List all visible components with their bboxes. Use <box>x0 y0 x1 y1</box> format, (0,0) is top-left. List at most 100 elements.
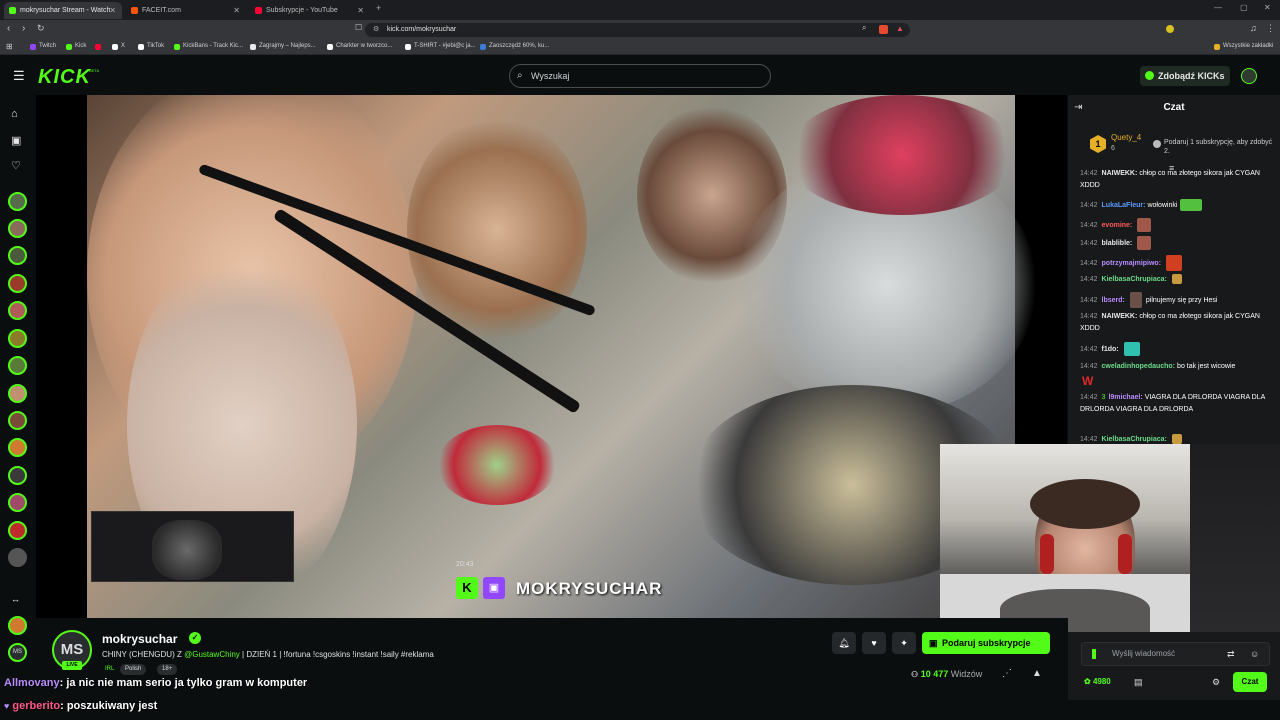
tab-faceit[interactable]: FACEIT.com ✕ <box>126 2 246 19</box>
share-icon[interactable]: ⋰ <box>1002 668 1012 679</box>
chat-input-badge-icon <box>1092 649 1096 659</box>
followed-channel-avatar[interactable] <box>8 411 27 430</box>
bookmark-item[interactable]: T-SHIRT - #jebi@c ja... <box>405 43 476 50</box>
gift-box-icon: ▣ <box>929 638 938 648</box>
browse-icon[interactable]: ▣ <box>11 134 21 147</box>
site-info-icon[interactable]: ⚙ <box>373 23 379 37</box>
menu-dots-icon[interactable]: ⋮ <box>1266 23 1275 34</box>
verified-icon: ✓ <box>189 632 201 644</box>
channel-points[interactable]: ✿ 4980 <box>1084 677 1111 686</box>
all-bookmarks[interactable]: Wszystkie zakładki <box>1214 43 1273 50</box>
followed-channel-avatar[interactable] <box>8 493 27 512</box>
hamburger-menu-icon[interactable]: ☰ <box>13 68 25 84</box>
maximize-icon[interactable]: ▢ <box>1240 3 1248 12</box>
url-field[interactable]: ⚙ kick.com/mokrysuchar <box>365 23 910 37</box>
minimize-icon[interactable]: — <box>1214 3 1222 12</box>
heart-icon: ♥ <box>4 701 10 711</box>
watermark-time: 20:43 <box>456 561 474 568</box>
tab-kick[interactable]: mokrysuchar Stream - Watch ✕ <box>4 2 122 19</box>
webcam-background <box>1190 444 1280 632</box>
bookmark-item[interactable]: Zaoszczędź 60%, ku... <box>480 43 549 50</box>
extension-icon[interactable] <box>1166 25 1174 33</box>
gift-subs-button[interactable]: ▣ Podaruj subskrypcje <box>922 632 1050 654</box>
followed-channel-avatar[interactable] <box>8 384 27 403</box>
kick-logo[interactable]: KICK <box>38 66 91 89</box>
video-player[interactable]: 20:43 K ▣ MOKRYSUCHAR <box>36 95 1067 618</box>
followed-channel-avatar[interactable] <box>8 246 27 265</box>
kick-icon <box>66 44 72 50</box>
followed-channel-avatar[interactable] <box>8 548 27 567</box>
followed-channel-avatar[interactable] <box>8 438 27 457</box>
bookmark-item[interactable]: Twitch <box>30 43 56 50</box>
tab-label: FACEIT.com <box>142 7 181 14</box>
search-input[interactable]: ⌕ Wyszukaj <box>509 64 771 88</box>
reload-icon[interactable]: ↻ <box>37 23 45 34</box>
bookmark-item[interactable]: Zagrajmy – Najleps... <box>250 43 316 50</box>
notifications-bell-icon[interactable]: 🔔︎ <box>832 632 856 654</box>
home-icon[interactable]: ⌂ <box>11 108 18 120</box>
chat-message: 14:42 KielbasaChrupiaca: <box>1080 274 1270 286</box>
tag-age[interactable]: 18+ <box>157 664 178 675</box>
user-avatar[interactable] <box>1241 68 1257 84</box>
apps-grid-icon[interactable]: ⊞ <box>6 42 13 51</box>
media-icon[interactable]: ♫ <box>1250 23 1257 33</box>
forward-icon[interactable]: › <box>22 23 25 34</box>
chat-message-input[interactable]: Wyślij wiadomość ⇄ ☺ <box>1081 642 1270 666</box>
title-mention[interactable]: @GustawChiny <box>184 650 240 659</box>
tag-language[interactable]: Polish <box>120 664 147 675</box>
zoom-icon[interactable]: ⌕ <box>862 23 866 33</box>
sub-leader-name[interactable]: Quety_4 <box>1111 133 1141 142</box>
faceit-favicon-icon <box>131 7 138 14</box>
folder-icon <box>1214 44 1220 50</box>
report-icon[interactable]: ▲ <box>1032 668 1042 679</box>
alert-icon[interactable]: ▲ <box>896 24 904 33</box>
gift-icon[interactable]: ✦ <box>892 632 916 654</box>
category-irl[interactable]: IRL <box>100 664 119 675</box>
followed-channel-avatar[interactable] <box>8 219 27 238</box>
expand-rail-icon[interactable]: ↔ <box>11 594 20 604</box>
chat-message: 14:42 LukaLaFleur: wołowinki <box>1080 199 1270 212</box>
bookmark-star-icon[interactable]: ☐ <box>355 23 362 32</box>
translate-icon[interactable]: ⇄ <box>1227 643 1235 665</box>
sub-leader-count: 6 <box>1111 145 1115 152</box>
bookmark-item[interactable]: KickBans - Track Kic... <box>174 43 243 50</box>
tab-youtube[interactable]: Subskrypcje - YouTube ✕ <box>250 2 370 19</box>
followed-channel-avatar[interactable] <box>8 301 27 320</box>
close-window-icon[interactable]: ✕ <box>1264 3 1271 12</box>
live-badge: LIVE <box>62 661 82 670</box>
viewer-count: ⚇ 10 477 Widzów <box>911 669 983 679</box>
send-chat-button[interactable]: Czat <box>1233 672 1267 692</box>
chat-message: 14:42 lbserd: pilnujemy się przy Hesi <box>1080 292 1270 308</box>
followed-channel-avatar[interactable] <box>8 274 27 293</box>
points-icon: ✿ <box>1084 677 1091 686</box>
chat-settings-icon[interactable]: ⚙ <box>1212 677 1220 688</box>
get-kicks-button[interactable]: Zdobądź KICKs <box>1140 66 1230 86</box>
followed-channel-avatar[interactable] <box>8 466 27 485</box>
close-tab-icon[interactable]: ✕ <box>233 2 240 19</box>
streamer-name[interactable]: mokrysuchar <box>102 632 177 646</box>
close-tab-icon[interactable]: ✕ <box>357 2 364 19</box>
following-heart-icon[interactable]: ♡ <box>11 159 21 172</box>
webcam-overlay <box>940 444 1190 632</box>
twitch-icon <box>30 44 36 50</box>
follow-heart-icon[interactable]: ♥ <box>862 632 886 654</box>
bookmark-item[interactable]: TikTok <box>138 43 164 50</box>
followed-channel-avatar[interactable] <box>8 192 27 211</box>
close-tab-icon[interactable]: ✕ <box>109 2 116 19</box>
back-icon[interactable]: ‹ <box>7 23 10 34</box>
followed-channel-avatar[interactable] <box>8 356 27 375</box>
rewards-icon[interactable]: ▤ <box>1134 677 1143 688</box>
followed-channel-avatar[interactable]: MS <box>8 643 27 662</box>
followed-channel-avatar[interactable] <box>8 616 27 635</box>
sub-prompt-text: Podaruj 1 subskrypcję, aby zdobyć 2. <box>1164 139 1273 155</box>
bookmark-item[interactable]: Kick <box>66 43 86 50</box>
followed-channel-avatar[interactable] <box>8 329 27 348</box>
zagrajmy-icon <box>250 44 256 50</box>
bookmark-item[interactable]: Charkter w tworzco... <box>327 43 392 50</box>
emoji-icon[interactable]: ☺ <box>1250 643 1259 665</box>
bookmark-item[interactable]: X <box>112 43 125 50</box>
brave-shield-icon[interactable] <box>879 25 888 34</box>
new-tab-icon[interactable]: + <box>376 3 381 13</box>
followed-channel-avatar[interactable] <box>8 521 27 540</box>
chat-message: 14:42 NAIWEKK: chłop co ma złotego sikora … <box>1080 170 1260 189</box>
